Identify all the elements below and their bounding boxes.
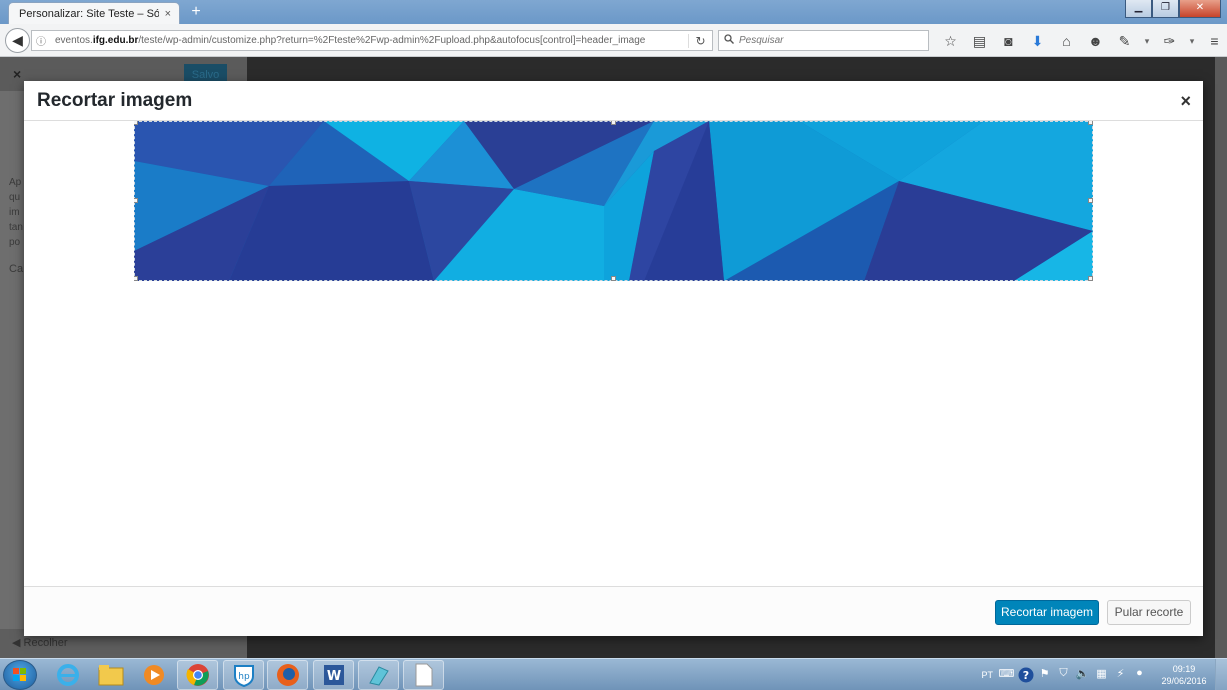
browser-tab[interactable]: Personalizar: Site Teste – Só m... ×: [8, 2, 180, 25]
start-button[interactable]: [3, 660, 37, 690]
clock[interactable]: 09:19 29/06/2016: [1153, 663, 1215, 687]
url-prefix: eventos.: [55, 35, 93, 46]
internet-explorer-icon[interactable]: [47, 660, 88, 690]
crop-image-modal: Recortar imagem × Recortar imagem Pular …: [24, 81, 1203, 636]
url-path: /teste/wp-admin/customize.php?return=%2F…: [138, 35, 646, 46]
extension-icon[interactable]: ✎: [1110, 31, 1139, 51]
chrome-icon[interactable]: [177, 660, 218, 690]
blank-document-icon[interactable]: [403, 660, 444, 690]
update-icon[interactable]: ●: [1130, 667, 1149, 683]
info-icon[interactable]: ⓘ: [36, 33, 49, 48]
url-text[interactable]: eventos.ifg.edu.br/teste/wp-admin/custom…: [55, 35, 688, 46]
url-bar[interactable]: ⓘ eventos.ifg.edu.br/teste/wp-admin/cust…: [31, 30, 713, 51]
sidebar-text-line: qu: [9, 192, 21, 203]
modal-close-icon[interactable]: ×: [1180, 91, 1191, 112]
crop-selection[interactable]: [134, 121, 1093, 281]
crop-handle-n[interactable]: [611, 121, 616, 125]
window-titlebar: Personalizar: Site Teste – Só m... × + ▁…: [0, 0, 1227, 25]
bookmark-star-icon[interactable]: ☆: [936, 31, 965, 51]
power-icon[interactable]: ⚡: [1111, 667, 1130, 683]
window-close-button[interactable]: ✕: [1179, 0, 1221, 18]
show-desktop-button[interactable]: [1215, 659, 1227, 690]
clock-date: 29/06/2016: [1161, 676, 1207, 686]
crop-handle-sw[interactable]: [134, 276, 138, 281]
sidebar-text-line: tan: [9, 222, 23, 233]
clock-time: 09:19: [1172, 664, 1196, 674]
tools-dropdown-icon[interactable]: ▾: [1184, 31, 1200, 51]
word-icon[interactable]: W: [313, 660, 354, 690]
reload-icon[interactable]: ↻: [688, 33, 712, 48]
modal-title: Recortar imagem: [37, 90, 193, 111]
modal-header: Recortar imagem ×: [24, 81, 1203, 121]
tab-close-icon[interactable]: ×: [165, 8, 171, 20]
tools-icon[interactable]: ✑: [1155, 31, 1184, 51]
window-controls: ▁ ❐ ✕: [1125, 0, 1221, 18]
crop-selection-border: [134, 121, 1093, 281]
svg-text:W: W: [326, 669, 340, 684]
skip-crop-button[interactable]: Pular recorte: [1107, 600, 1191, 625]
new-tab-button[interactable]: +: [188, 3, 204, 21]
navigation-bar: ◀ ⓘ eventos.ifg.edu.br/teste/wp-admin/cu…: [0, 24, 1227, 57]
flag-icon[interactable]: ⚑: [1035, 667, 1054, 683]
pocket-icon[interactable]: ◙: [994, 31, 1023, 51]
crop-image-button[interactable]: Recortar imagem: [995, 600, 1099, 625]
toolbar-icons: ☆ ▤ ◙ ⬇ ⌂ ☻ ✎ ▾ ✑ ▾ ≡: [936, 31, 1227, 51]
page-scrollbar[interactable]: [1215, 57, 1227, 658]
url-domain: ifg.edu.br: [92, 35, 139, 46]
crop-handle-w[interactable]: [134, 198, 138, 203]
maximize-button[interactable]: ❐: [1152, 0, 1179, 18]
svg-text:hp: hp: [238, 672, 250, 682]
sidebar-description: Ap qu im tan po Ca: [9, 175, 23, 277]
crop-handle-s[interactable]: [611, 276, 616, 281]
volume-icon[interactable]: 🔈: [1073, 667, 1092, 683]
sidebar-heading: Ca: [9, 263, 24, 275]
firefox-icon[interactable]: [267, 660, 308, 690]
home-icon[interactable]: ⌂: [1052, 31, 1081, 51]
tab-title: Personalizar: Site Teste – Só m...: [19, 8, 159, 20]
customizer-close-icon[interactable]: ×: [13, 66, 21, 82]
crop-handle-ne[interactable]: [1088, 121, 1093, 125]
taskbar: hp W PT ⌨ ? ⚑ ⛉ 🔈 ▦ ⚡ ● 09:19 29/06/2016: [0, 658, 1227, 690]
collapse-label: Recolher: [23, 637, 68, 649]
search-icon: [724, 34, 734, 47]
network-icon[interactable]: ▦: [1092, 667, 1111, 683]
collapse-button[interactable]: ◀ Recolher: [12, 636, 68, 649]
reading-list-icon[interactable]: ▤: [965, 31, 994, 51]
hp-app-icon[interactable]: hp: [223, 660, 264, 690]
back-arrow-icon: ◀: [12, 32, 23, 48]
keyboard-icon[interactable]: ⌨: [997, 667, 1016, 683]
sidebar-text-line: po: [9, 237, 21, 248]
crop-handle-se[interactable]: [1088, 276, 1093, 281]
chat-icon[interactable]: ☻: [1081, 31, 1110, 51]
crop-handle-nw[interactable]: [134, 121, 138, 125]
file-explorer-icon[interactable]: [90, 660, 131, 690]
help-icon[interactable]: ?: [1016, 667, 1035, 683]
minimize-button[interactable]: ▁: [1125, 0, 1152, 18]
cyan-app-icon[interactable]: [358, 660, 399, 690]
security-icon[interactable]: ⛉: [1054, 667, 1073, 683]
sidebar-text-line: im: [9, 207, 20, 218]
modal-footer: Recortar imagem Pular recorte: [24, 586, 1203, 636]
media-player-icon[interactable]: [133, 660, 174, 690]
sidebar-text-line: Ap: [9, 177, 22, 188]
download-icon[interactable]: ⬇: [1023, 31, 1052, 51]
back-button[interactable]: ◀: [5, 28, 30, 53]
menu-icon[interactable]: ≡: [1200, 31, 1227, 51]
svg-text:?: ?: [1022, 669, 1028, 682]
language-indicator[interactable]: PT: [981, 670, 993, 680]
windows-logo-icon: [13, 668, 26, 681]
system-tray: PT ⌨ ? ⚑ ⛉ 🔈 ▦ ⚡ ● 09:19 29/06/2016: [981, 659, 1227, 690]
extension-dropdown-icon[interactable]: ▾: [1139, 31, 1155, 51]
search-input[interactable]: [739, 35, 919, 46]
search-bar[interactable]: [718, 30, 929, 51]
crop-handle-e[interactable]: [1088, 198, 1093, 203]
